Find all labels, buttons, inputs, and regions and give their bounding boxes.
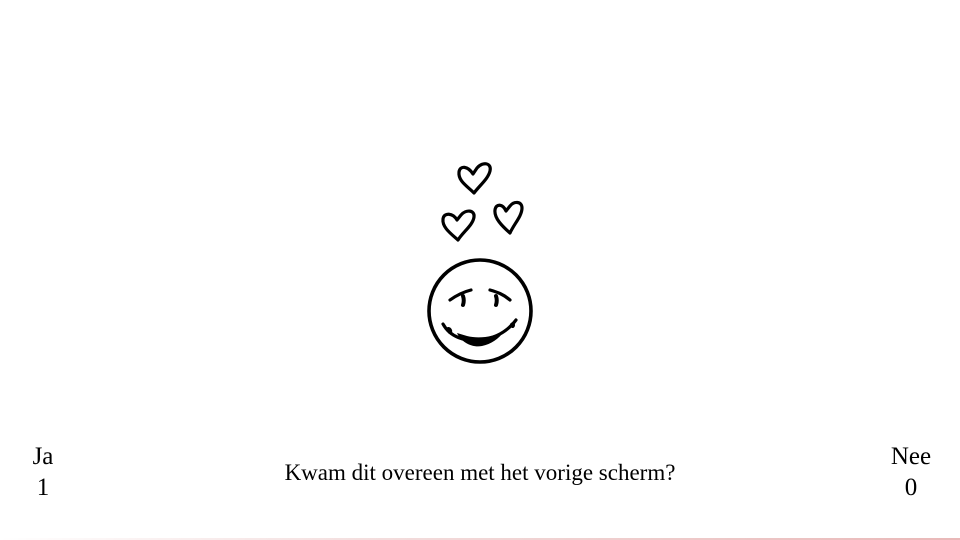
answer-no: Nee 0 [878, 441, 944, 503]
answer-yes: Ja 1 [22, 441, 64, 503]
answer-no-key: 0 [904, 474, 918, 501]
answer-yes-label: Ja [32, 443, 54, 470]
answer-yes-key: 1 [36, 474, 50, 501]
question-text: Kwam dit overeen met het vorige scherm? [284, 460, 676, 485]
heart-icon [457, 162, 492, 195]
stimulus-image [415, 150, 545, 370]
heart-icon [493, 200, 524, 235]
face-circle [427, 258, 533, 364]
smiley-with-hearts-icon [427, 162, 533, 364]
heart-icon [441, 209, 476, 242]
answer-no-label: Nee [890, 443, 932, 470]
